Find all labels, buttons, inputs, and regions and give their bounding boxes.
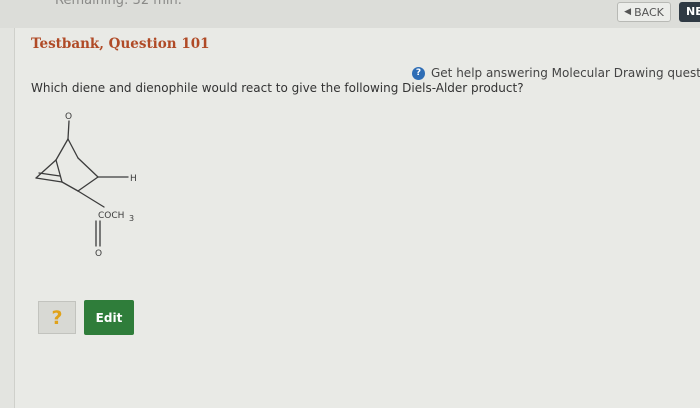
ring-bond <box>55 159 63 183</box>
hydrogen-label: H <box>130 174 137 184</box>
bridge-oxygen-label: O <box>65 112 72 122</box>
molecule-drawing: O H COCH 3 O <box>35 112 137 259</box>
help-link[interactable]: ? Get help answering Molecular Drawing q… <box>412 66 700 80</box>
question-text: Which diene and dienophile would react t… <box>31 81 524 95</box>
help-link-text: Get help answering Molecular Drawing que… <box>431 66 700 80</box>
alkene-bond-second <box>38 172 61 177</box>
molecule-structure: O H COCH 3 O <box>28 104 168 268</box>
question-title: Testbank, Question 101 <box>31 36 210 52</box>
chevron-left-icon: ◀ <box>624 7 632 17</box>
next-button[interactable]: NE <box>679 2 700 22</box>
time-remaining: Remaining: 32 min. <box>55 0 182 8</box>
question-mark-icon: ? <box>51 306 63 329</box>
top-bar: Remaining: 32 min. ◀ BACK NE <box>0 0 700 28</box>
carbonyl-oxygen-label: O <box>95 249 102 259</box>
substituent-bond <box>77 190 105 208</box>
bridge-bond-right <box>67 138 79 159</box>
bridge-bond-top <box>67 120 70 140</box>
ring-bond <box>61 181 79 192</box>
back-button[interactable]: ◀ BACK <box>617 2 671 22</box>
acetyl-label: COCH <box>98 211 124 221</box>
help-icon: ? <box>412 66 425 80</box>
acetyl-subscript: 3 <box>129 214 134 223</box>
alkene-bond <box>35 177 63 183</box>
edit-button[interactable]: Edit <box>84 300 134 335</box>
bridge-bond-left <box>55 138 69 161</box>
answer-status-box: ? <box>38 301 76 334</box>
back-label: BACK <box>634 5 664 19</box>
ring-bond <box>77 176 99 192</box>
ring-bond <box>77 157 99 178</box>
